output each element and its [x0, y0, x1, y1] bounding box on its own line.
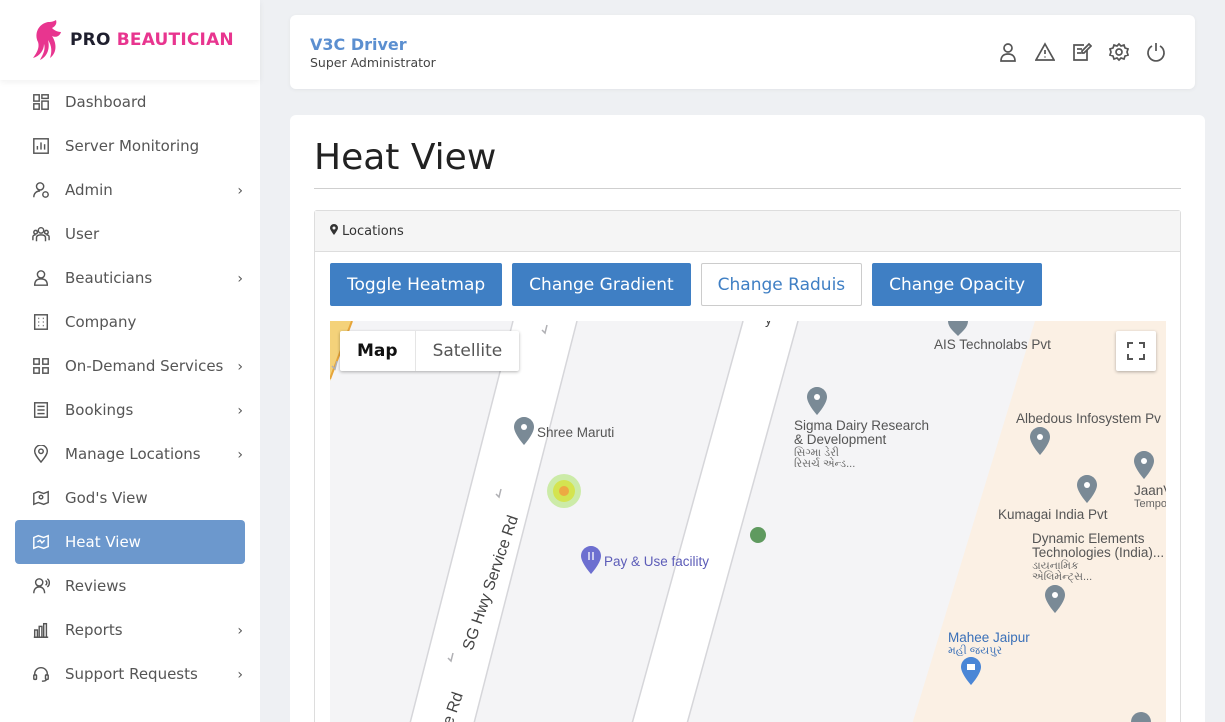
chevron-right-icon: ›: [237, 271, 243, 287]
sidebar-item-label: Server Monitoring: [65, 137, 200, 155]
map-pin-icon: [31, 488, 51, 508]
poi-dynamic-1[interactable]: Dynamic Elements: [1032, 532, 1145, 546]
poi-mahee-jaipur[interactable]: Mahee Jaipur: [948, 631, 1030, 645]
page-title: Heat View: [314, 137, 497, 178]
sidebar-item-server-monitoring[interactable]: Server Monitoring: [15, 124, 245, 168]
main-content: Heat View Locations Toggle Heatmap Chang…: [290, 115, 1205, 722]
sidebar-item-company[interactable]: Company: [15, 300, 245, 344]
map-type-map[interactable]: Map: [340, 331, 416, 371]
poi-albedous[interactable]: Albedous Infosystem Pv: [1016, 412, 1161, 426]
chart-icon: [31, 136, 51, 156]
sidebar-item-manage-locations[interactable]: Manage Locations ›: [15, 432, 245, 476]
headset-icon: [31, 664, 51, 684]
poi-pay-use[interactable]: Pay & Use facility: [604, 555, 709, 569]
change-gradient-button[interactable]: Change Gradient: [512, 263, 691, 306]
panel-title: Locations: [342, 223, 404, 239]
sidebar: PRO BEAUTICIAN Dashboard Server Monitori…: [0, 0, 260, 722]
admin-icon: [31, 180, 51, 200]
sidebar-item-dashboard[interactable]: Dashboard: [15, 80, 245, 124]
sidebar-item-reviews[interactable]: Reviews: [15, 564, 245, 608]
bar-chart-icon: [31, 620, 51, 640]
sidebar-item-label: On-Demand Services: [65, 357, 224, 375]
fullscreen-icon[interactable]: [1116, 331, 1156, 371]
svg-text:y: y: [765, 321, 772, 327]
sidebar-item-bookings[interactable]: Bookings ›: [15, 388, 245, 432]
sidebar-item-heat-view[interactable]: Heat View: [15, 520, 245, 564]
brand-pro: PRO: [70, 30, 117, 50]
header-actions: [997, 41, 1167, 63]
sidebar-item-label: Bookings: [65, 401, 134, 419]
poi-dynamic-4: એલિમેન્ટ્સ...: [1032, 571, 1093, 583]
dashboard-icon: [31, 92, 51, 112]
poi-shree-maruti[interactable]: Shree Maruti: [537, 426, 614, 440]
sidebar-item-gods-view[interactable]: God's View: [15, 476, 245, 520]
brand-beautician: BEAUTICIAN: [116, 30, 234, 50]
heatmap-controls: Toggle Heatmap Change Gradient Change Ra…: [330, 263, 1043, 306]
building-icon: [31, 312, 51, 332]
chevron-right-icon: ›: [237, 667, 243, 683]
sidebar-item-label: Support Requests: [65, 665, 198, 683]
sidebar-item-support-requests[interactable]: Support Requests ›: [15, 652, 245, 696]
sidebar-item-label: Beauticians: [65, 269, 153, 287]
poi-dynamic-2: Technologies (India)...: [1032, 545, 1165, 560]
sidebar-item-label: Manage Locations: [65, 445, 201, 463]
sidebar-item-beauticians[interactable]: Beauticians ›: [15, 256, 245, 300]
chevron-right-icon: ›: [237, 403, 243, 419]
grid-icon: [31, 356, 51, 376]
brand-logo[interactable]: PRO BEAUTICIAN: [0, 0, 260, 80]
chevron-right-icon: ›: [237, 359, 243, 375]
sidebar-item-label: User: [65, 225, 100, 243]
power-icon[interactable]: [1145, 41, 1167, 63]
sidebar-item-label: Company: [65, 313, 137, 331]
sidebar-item-label: Reports: [65, 621, 123, 639]
sidebar-item-admin[interactable]: Admin ›: [15, 168, 245, 212]
user-icon[interactable]: [997, 41, 1019, 63]
chevron-right-icon: ›: [237, 623, 243, 639]
sidebar-item-label: Reviews: [65, 577, 127, 595]
heat-map[interactable]: y Map Satellite AIS Technolabs Pvt Sigma…: [330, 321, 1166, 722]
user-name[interactable]: V3C Driver: [310, 35, 407, 54]
toggle-heatmap-button[interactable]: Toggle Heatmap: [330, 263, 503, 306]
edit-icon[interactable]: [1071, 41, 1093, 63]
list-icon: [31, 400, 51, 420]
poi-mahee-jaipur-sub: મહી જયપુર: [948, 645, 1003, 657]
map-type-toggle: Map Satellite: [340, 331, 520, 371]
sidebar-item-on-demand-services[interactable]: On-Demand Services ›: [15, 344, 245, 388]
top-header: V3C Driver Super Administrator: [290, 15, 1195, 89]
poi-ais-technolabs[interactable]: AIS Technolabs Pvt: [934, 338, 1051, 352]
poi-sigma-dairy-1[interactable]: Sigma Dairy Research: [794, 419, 929, 433]
poi-sigma-dairy-4: રિસર્ચ એન્ડ...: [794, 458, 856, 470]
change-opacity-button[interactable]: Change Opacity: [872, 263, 1043, 306]
map-marker-icon: [330, 224, 338, 238]
user-role: Super Administrator: [310, 55, 436, 70]
sidebar-item-label: Heat View: [65, 533, 141, 551]
users-icon: [31, 224, 51, 244]
sidebar-item-label: God's View: [65, 489, 148, 507]
heatmap-icon: [31, 532, 51, 552]
sidebar-item-label: Admin: [65, 181, 113, 199]
location-icon: [31, 444, 51, 464]
review-icon: [31, 576, 51, 596]
sidebar-item-reports[interactable]: Reports ›: [15, 608, 245, 652]
locations-panel: Locations Toggle Heatmap Change Gradient…: [314, 210, 1181, 722]
title-divider: [314, 188, 1181, 189]
poi-kumagai[interactable]: Kumagai India Pvt: [998, 508, 1108, 522]
logo-icon: [33, 20, 61, 60]
panel-header: Locations: [315, 211, 1180, 252]
map-type-satellite[interactable]: Satellite: [416, 331, 520, 371]
chevron-right-icon: ›: [237, 447, 243, 463]
chevron-right-icon: ›: [237, 183, 243, 199]
settings-icon[interactable]: [1108, 41, 1130, 63]
sidebar-item-label: Dashboard: [65, 93, 147, 111]
poi-sigma-dairy-2: & Development: [794, 432, 887, 447]
poi-jaanve-sub: Tempora: [1134, 498, 1166, 510]
poi-jaanve[interactable]: JaanVe: [1134, 484, 1166, 498]
warning-icon[interactable]: [1034, 41, 1056, 63]
sidebar-item-user[interactable]: User: [15, 212, 245, 256]
brand-name: PRO BEAUTICIAN: [70, 30, 234, 50]
person-icon: [31, 268, 51, 288]
change-radius-button[interactable]: Change Raduis: [700, 263, 863, 306]
